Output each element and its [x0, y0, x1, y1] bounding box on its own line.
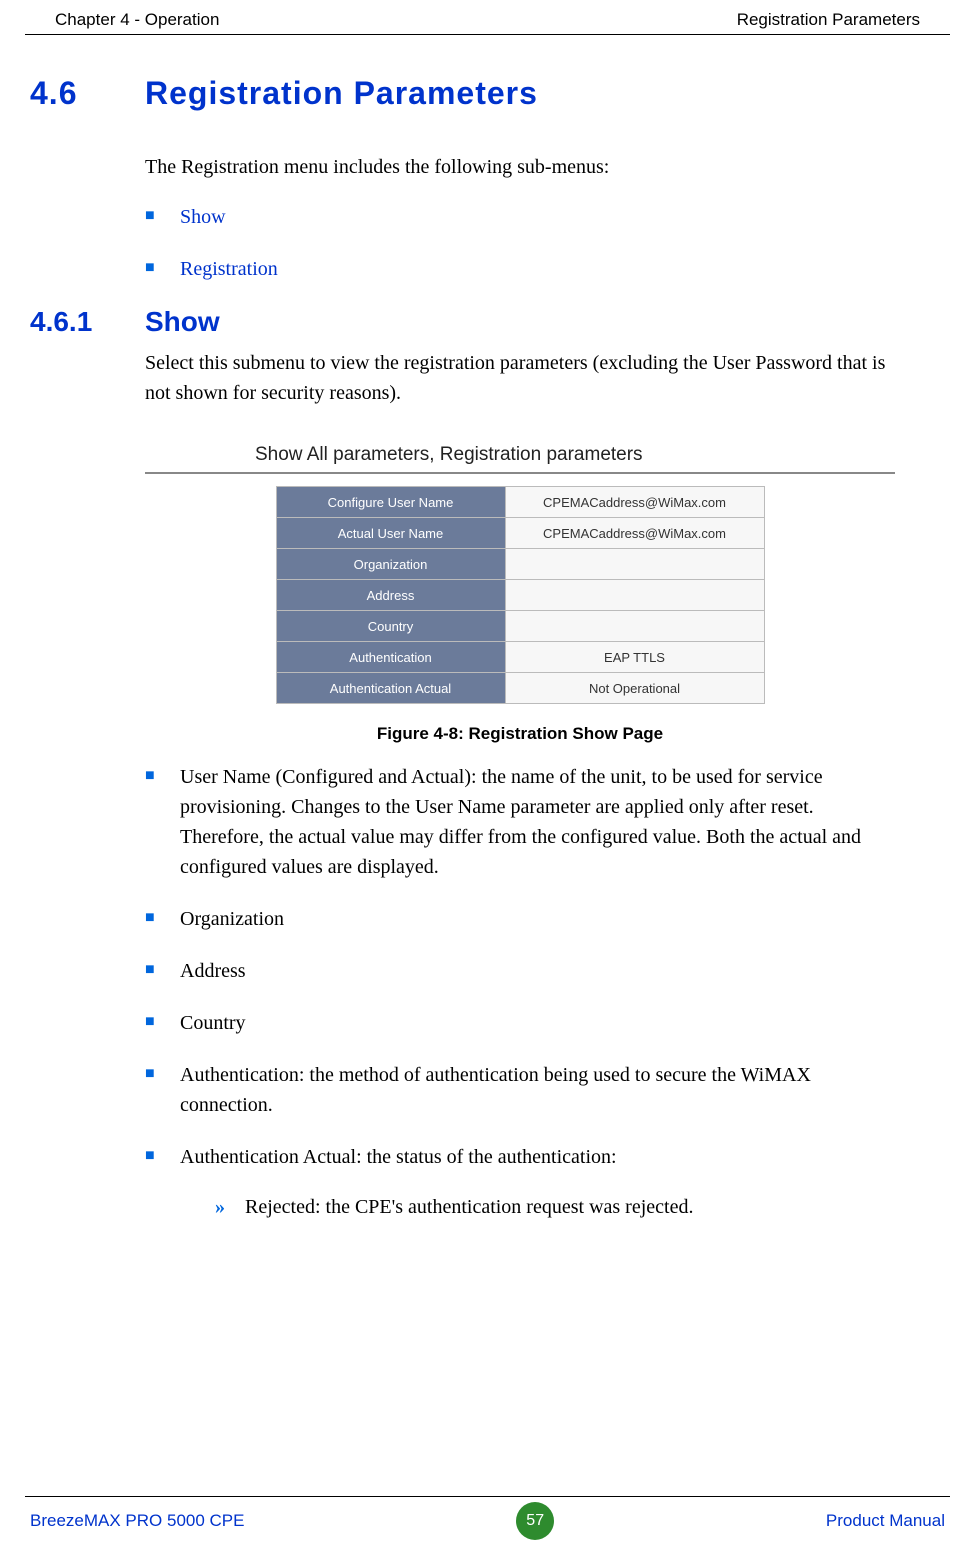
param-value [505, 549, 764, 580]
list-item: User Name (Configured and Actual): the n… [145, 762, 895, 882]
figure: Show All parameters, Registration parame… [145, 438, 895, 744]
param-label: Actual User Name [276, 518, 505, 549]
page-header: Chapter 4 - Operation Registration Param… [25, 0, 950, 35]
submenu-links: Show Registration [145, 202, 895, 284]
param-label: Authentication [276, 642, 505, 673]
footer-right: Product Manual [826, 1511, 945, 1531]
parameters-table: Configure User NameCPEMACaddress@WiMax.c… [276, 486, 765, 704]
section-intro: The Registration menu includes the follo… [145, 152, 895, 182]
subsection-body: Select this submenu to view the registra… [145, 348, 895, 408]
param-value: EAP TTLS [505, 642, 764, 673]
figure-caption: Figure 4-8: Registration Show Page [145, 724, 895, 744]
list-item: Organization [145, 904, 895, 934]
table-row: Address [276, 580, 764, 611]
figure-bar-title: Show All parameters, Registration parame… [145, 438, 895, 474]
table-row: AuthenticationEAP TTLS [276, 642, 764, 673]
subsection-number: 4.6.1 [30, 306, 145, 338]
header-left: Chapter 4 - Operation [55, 10, 219, 30]
subsection-heading: 4.6.1 Show [30, 306, 895, 338]
header-right: Registration Parameters [737, 10, 920, 30]
section-number: 4.6 [30, 75, 145, 112]
param-label: Authentication Actual [276, 673, 505, 704]
description-list: User Name (Configured and Actual): the n… [145, 762, 895, 1222]
list-item: Authentication: the method of authentica… [145, 1060, 895, 1120]
param-value: Not Operational [505, 673, 764, 704]
footer-left: BreezeMAX PRO 5000 CPE [30, 1511, 244, 1531]
param-label: Country [276, 611, 505, 642]
list-item-text: Authentication Actual: the status of the… [180, 1146, 617, 1168]
table-row: Country [276, 611, 764, 642]
list-item: Address [145, 956, 895, 986]
section-title: Registration Parameters [145, 75, 538, 112]
link-show[interactable]: Show [145, 202, 895, 232]
page-number-badge: 57 [516, 1502, 554, 1540]
param-label: Organization [276, 549, 505, 580]
page-footer: BreezeMAX PRO 5000 CPE 57 Product Manual [25, 1496, 950, 1545]
sub-list: Rejected: the CPE's authentication reque… [215, 1192, 895, 1222]
page: Chapter 4 - Operation Registration Param… [0, 0, 975, 1545]
list-item: Authentication Actual: the status of the… [145, 1142, 895, 1222]
table-row: Organization [276, 549, 764, 580]
link-registration[interactable]: Registration [145, 254, 895, 284]
param-value [505, 611, 764, 642]
list-item: Country [145, 1008, 895, 1038]
param-value [505, 580, 764, 611]
table-row: Configure User NameCPEMACaddress@WiMax.c… [276, 487, 764, 518]
table-row: Actual User NameCPEMACaddress@WiMax.com [276, 518, 764, 549]
sub-list-item: Rejected: the CPE's authentication reque… [215, 1192, 895, 1222]
param-label: Address [276, 580, 505, 611]
section-heading: 4.6 Registration Parameters [30, 75, 895, 112]
param-value: CPEMACaddress@WiMax.com [505, 518, 764, 549]
table-row: Authentication ActualNot Operational [276, 673, 764, 704]
param-label: Configure User Name [276, 487, 505, 518]
param-value: CPEMACaddress@WiMax.com [505, 487, 764, 518]
content: 4.6 Registration Parameters The Registra… [0, 35, 975, 1222]
subsection-title: Show [145, 306, 220, 338]
